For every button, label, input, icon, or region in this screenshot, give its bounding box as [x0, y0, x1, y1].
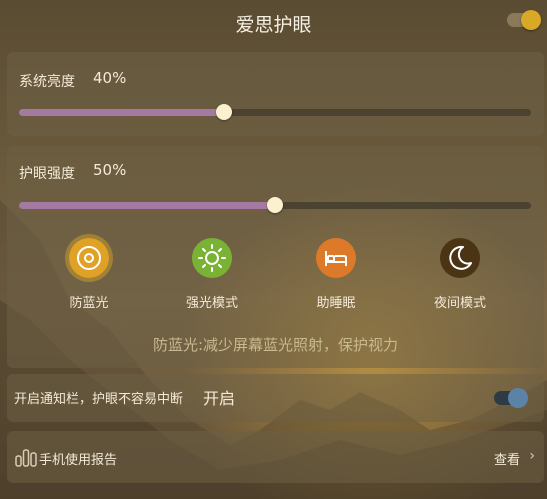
notification-card: 开启通知栏，护眼不容易中断 开启: [7, 374, 544, 422]
brightness-slider[interactable]: [19, 104, 531, 120]
chevron-right-icon: ›: [529, 448, 535, 464]
moon-icon: [440, 238, 480, 278]
eye-protection-value: 50%: [93, 161, 127, 179]
mode-blue-light[interactable]: 防蓝光: [44, 238, 134, 311]
mode-night-label: 夜间模式: [433, 296, 486, 311]
header: 爱思护眼: [0, 0, 547, 44]
bar-chart-icon: [15, 449, 37, 467]
notification-toggle[interactable]: [494, 387, 528, 409]
mode-description: 防蓝光:减少屏幕蓝光照射，保护视力: [152, 336, 399, 354]
mode-blue-light-circle: [69, 238, 109, 278]
eye-protection-slider-fill: [19, 202, 275, 209]
mode-sleep-aid-circle: [316, 238, 356, 278]
sun-icon: [192, 238, 232, 278]
brightness-label: 系统亮度: [19, 74, 75, 90]
view-report-link[interactable]: 查看: [494, 449, 520, 468]
mode-strong-light-circle: [192, 238, 232, 278]
master-toggle[interactable]: [507, 10, 541, 30]
mode-sleep-aid-label: 助睡眠: [316, 296, 356, 311]
brightness-card: 系统亮度 40%: [7, 52, 544, 136]
mode-night[interactable]: 夜间模式: [415, 238, 505, 311]
master-toggle-knob: [521, 10, 541, 30]
mode-night-circle: [440, 238, 480, 278]
blue-light-icon: [69, 238, 109, 278]
eye-protection-label: 护眼强度: [19, 166, 75, 182]
eye-protection-slider[interactable]: [19, 197, 531, 213]
bed-icon: [316, 238, 356, 278]
notification-text: 开启通知栏，护眼不容易中断: [14, 392, 184, 407]
usage-report-label: 手机使用报告: [39, 453, 118, 468]
brightness-value: 40%: [93, 69, 127, 87]
mode-sleep-aid[interactable]: 助睡眠: [291, 238, 381, 311]
eye-protection-card: 护眼强度 50% 防蓝光 强光模式 助睡眠 夜间模式 防蓝光:减少屏幕蓝光照射，…: [7, 146, 544, 368]
notification-toggle-knob: [508, 388, 528, 408]
mode-selector: 防蓝光 强光模式 助睡眠 夜间模式: [7, 238, 544, 318]
brightness-slider-fill: [19, 109, 224, 116]
mode-strong-light-label: 强光模式: [185, 296, 238, 311]
notification-state: 开启: [203, 389, 236, 408]
mode-blue-light-label: 防蓝光: [69, 296, 109, 311]
page-title: 爱思护眼: [235, 14, 312, 36]
mode-strong-light[interactable]: 强光模式: [167, 238, 257, 311]
usage-report-card[interactable]: 手机使用报告 查看 ›: [7, 431, 544, 483]
brightness-slider-thumb[interactable]: [215, 104, 232, 120]
eye-protection-slider-thumb[interactable]: [267, 197, 283, 213]
